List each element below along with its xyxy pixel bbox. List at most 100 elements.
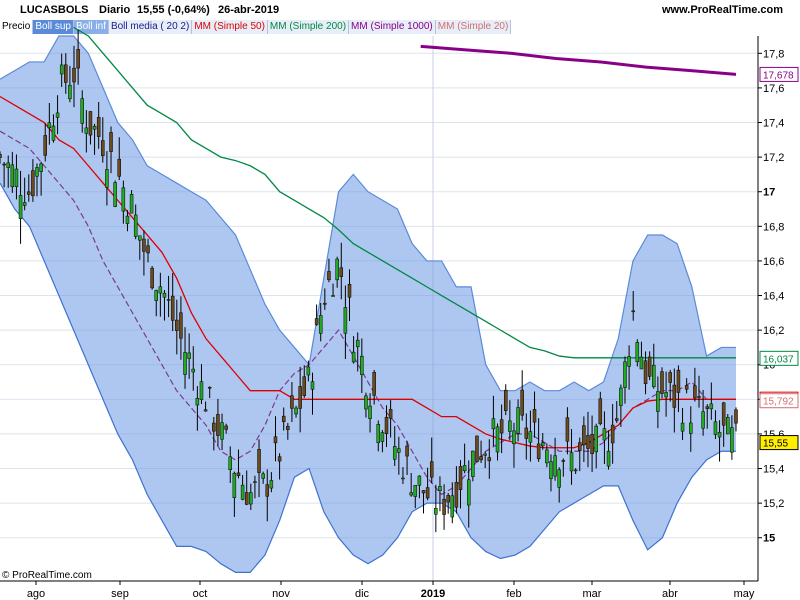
x-tick-label: nov (272, 588, 290, 600)
candle-body (652, 364, 656, 388)
candle-body (594, 425, 598, 453)
candle-body (18, 195, 23, 219)
candle-body (421, 490, 426, 494)
candle-body (388, 409, 393, 419)
candle-body (429, 461, 434, 478)
candle-body (536, 443, 541, 460)
candle-body (508, 420, 512, 432)
candle-body (84, 127, 89, 134)
candle-body (170, 295, 175, 321)
candle-body (273, 436, 278, 444)
candle-body (619, 387, 623, 406)
candle-body (306, 366, 311, 376)
candle-body (466, 479, 471, 506)
candle-body (0, 154, 2, 158)
candle-body (64, 64, 68, 83)
candle-body (162, 292, 167, 298)
candle-body (516, 407, 520, 434)
candle-body (610, 424, 615, 444)
candle-body (22, 202, 27, 206)
candle-body (31, 170, 35, 197)
candle-body (138, 235, 142, 241)
candle-body (553, 455, 557, 477)
candle-body (660, 371, 664, 394)
candle-body (705, 406, 709, 409)
candle-body (454, 482, 459, 508)
candle-body (195, 397, 200, 406)
candle-body (68, 84, 72, 100)
candle-body (335, 258, 339, 281)
candle-body (372, 372, 376, 396)
candle-body (343, 307, 348, 334)
candle-body (503, 389, 508, 411)
candle-body (582, 425, 586, 446)
candle-body (409, 492, 413, 496)
candle-body (240, 484, 245, 500)
candle-body (726, 416, 730, 435)
y-tick-label: 17 (763, 187, 775, 199)
candle-body (458, 466, 463, 490)
candle-body (730, 427, 734, 453)
y-tick-label: 17,2 (763, 152, 784, 164)
candle-body (697, 396, 701, 398)
candle-body (158, 286, 163, 294)
candle-body (101, 140, 105, 156)
candle-body (709, 403, 714, 410)
candle-body (10, 164, 15, 188)
candle-body (121, 187, 126, 212)
candle-body (257, 449, 261, 473)
candle-body (80, 98, 84, 124)
candle-body (212, 422, 216, 432)
candle-body (434, 508, 438, 515)
candle-body (47, 122, 52, 129)
candle-body (557, 469, 561, 488)
candle-body (224, 425, 228, 430)
y-tick-label: 15,2 (763, 498, 784, 510)
candle-body (294, 407, 298, 415)
value-box-label: 15,792 (763, 397, 794, 408)
candle-body (656, 391, 660, 412)
x-tick-label: feb (506, 588, 521, 600)
candle-body (676, 369, 681, 393)
y-axis: 17,817,617,417,21716,816,616,416,21615,8… (757, 36, 784, 581)
candle-body (249, 492, 253, 505)
candle-body (203, 409, 208, 412)
candle-body (59, 64, 64, 75)
copyright-label: © ProRealTime.com (2, 570, 92, 581)
candle-body (701, 411, 705, 429)
candle-body (133, 214, 138, 237)
candle-body (175, 319, 179, 331)
candle-body (392, 446, 397, 460)
candle-body (327, 271, 331, 281)
price-chart: 17,817,617,417,21716,816,616,416,21615,8… (0, 26, 799, 600)
candle-body (207, 386, 212, 389)
y-tick-label: 15,4 (763, 464, 784, 476)
candle-body (495, 426, 500, 453)
candle-body (549, 461, 553, 480)
candle-body (721, 402, 726, 426)
candle-body (351, 351, 356, 363)
y-tick-label: 17,6 (763, 83, 784, 95)
y-tick-label: 16,8 (763, 221, 784, 233)
candle-body (487, 457, 492, 462)
candle-body (39, 163, 43, 172)
y-tick-label: 16,6 (763, 256, 784, 268)
candle-body (150, 267, 154, 289)
candle-body (109, 132, 113, 152)
candle-body (302, 376, 307, 396)
candle-body (253, 481, 257, 483)
candle-body (631, 310, 635, 313)
candle-body (318, 315, 323, 334)
candle-body (105, 169, 109, 188)
candle-body (51, 125, 56, 141)
value-box-label: 17,678 (763, 70, 794, 81)
candle-body (286, 425, 290, 430)
candle-body (462, 465, 467, 472)
candle-body (479, 456, 483, 461)
candle-body (360, 355, 364, 375)
candle-body (146, 245, 150, 254)
candle-body (228, 456, 233, 471)
candle-body (499, 419, 504, 434)
candle-body (520, 389, 524, 416)
candle-body (413, 485, 418, 497)
